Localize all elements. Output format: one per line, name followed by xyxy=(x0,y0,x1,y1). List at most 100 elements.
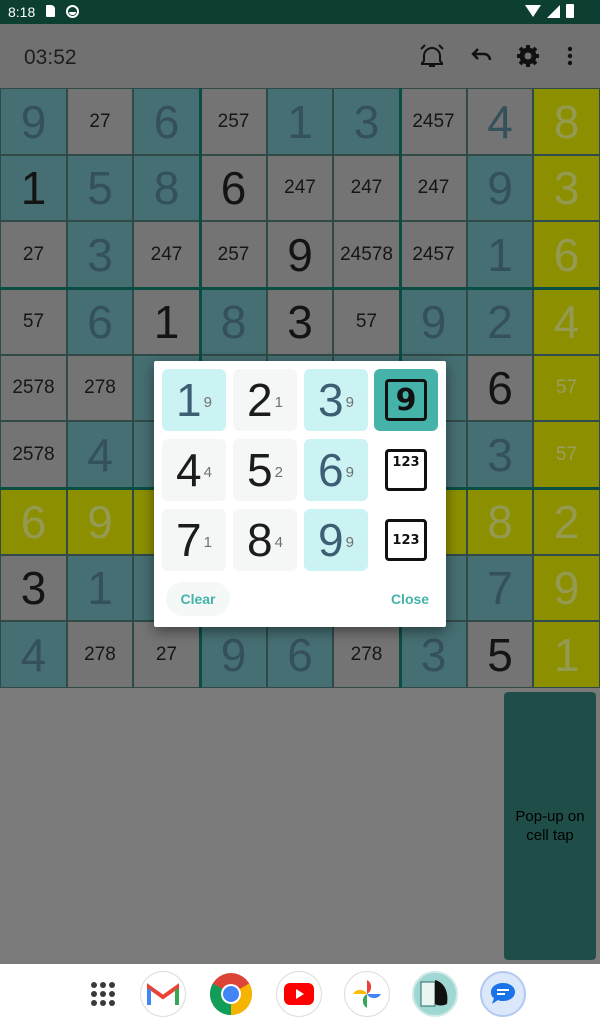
grid-cell[interactable]: 5 xyxy=(467,621,533,688)
grid-cell[interactable]: 57 xyxy=(0,288,67,355)
grid-cell[interactable]: 2457 xyxy=(400,88,467,155)
number-key-9[interactable]: 99 xyxy=(304,509,368,571)
grid-cell[interactable]: 6 xyxy=(467,355,533,421)
grid-cell[interactable]: 247 xyxy=(267,155,333,221)
grid-cell[interactable]: 4 xyxy=(0,621,67,688)
number-key-5[interactable]: 52 xyxy=(233,439,297,501)
undo-icon[interactable] xyxy=(466,42,494,70)
close-button[interactable]: Close xyxy=(378,582,442,616)
grid-cell[interactable]: 24578 xyxy=(333,221,400,288)
grid-cell[interactable]: 6 xyxy=(67,288,133,355)
grid-cell[interactable]: 2457 xyxy=(400,221,467,288)
grid-cell[interactable]: 6 xyxy=(0,488,67,555)
grid-cell[interactable]: 3 xyxy=(67,221,133,288)
grid-cell[interactable]: 6 xyxy=(533,221,600,288)
grid-cell[interactable]: 1 xyxy=(467,221,533,288)
number-key-1[interactable]: 19 xyxy=(162,369,226,431)
grid-cell[interactable]: 57 xyxy=(533,355,600,421)
number-picker-dialog: 19 21 39 9 44 52 69 123 71 84 99 123 Cle… xyxy=(154,361,446,627)
grid-cell[interactable]: 27 xyxy=(67,88,133,155)
app-dock xyxy=(0,964,600,1024)
grid-cell[interactable]: 3 xyxy=(400,621,467,688)
messages-icon[interactable] xyxy=(480,971,526,1017)
grid-cell[interactable]: 8 xyxy=(200,288,267,355)
grid-cell[interactable]: 57 xyxy=(533,421,600,488)
grid-cell[interactable]: 3 xyxy=(533,155,600,221)
sync-icon xyxy=(66,5,79,18)
grid-cell[interactable]: 9 xyxy=(533,555,600,621)
grid-cell[interactable]: 2 xyxy=(533,488,600,555)
number-key-8[interactable]: 84 xyxy=(233,509,297,571)
grid-cell[interactable]: 27 xyxy=(133,621,200,688)
grid-cell[interactable]: 27 xyxy=(0,221,67,288)
grid-cell[interactable]: 4 xyxy=(533,288,600,355)
grid-cell[interactable]: 3 xyxy=(0,555,67,621)
grid-cell[interactable]: 5 xyxy=(67,155,133,221)
number-key-7[interactable]: 71 xyxy=(162,509,226,571)
grid-cell[interactable]: 247 xyxy=(400,155,467,221)
grid-cell[interactable]: 3 xyxy=(333,88,400,155)
gmail-icon[interactable] xyxy=(140,971,186,1017)
key-count: 1 xyxy=(203,533,212,551)
grid-cell[interactable]: 2578 xyxy=(0,355,67,421)
grid-cell[interactable]: 257 xyxy=(200,88,267,155)
grid-cell[interactable]: 6 xyxy=(200,155,267,221)
grid-cell[interactable]: 9 xyxy=(400,288,467,355)
grid-cell[interactable]: 6 xyxy=(267,621,333,688)
grid-cell[interactable]: 1 xyxy=(67,555,133,621)
grid-cell[interactable]: 278 xyxy=(67,355,133,421)
grid-cell[interactable]: 9 xyxy=(267,221,333,288)
grid-cell[interactable]: 6 xyxy=(133,88,200,155)
grid-cell[interactable]: 247 xyxy=(133,221,200,288)
signal-icon xyxy=(547,4,560,18)
key-count: 9 xyxy=(345,393,354,411)
tip-text: Pop-up on cell tap xyxy=(515,808,585,844)
number-key-3[interactable]: 39 xyxy=(304,369,368,431)
candidate-mode-icon: 123 xyxy=(385,519,427,561)
grid-cell[interactable]: 1 xyxy=(0,155,67,221)
grid-cell[interactable]: 2 xyxy=(467,288,533,355)
key-count: 9 xyxy=(345,533,354,551)
grid-cell[interactable]: 278 xyxy=(67,621,133,688)
normal-mode-button[interactable]: 9 xyxy=(374,369,438,431)
apps-grid-icon[interactable] xyxy=(80,971,126,1017)
grid-cell[interactable]: 1 xyxy=(533,621,600,688)
sd-card-icon xyxy=(46,5,55,17)
key-number: 3 xyxy=(318,374,344,426)
photos-icon[interactable] xyxy=(344,971,390,1017)
alarm-icon[interactable] xyxy=(418,42,446,70)
grid-cell[interactable]: 1 xyxy=(133,288,200,355)
grid-cell[interactable]: 8 xyxy=(133,155,200,221)
pencil-mode-button[interactable]: 123 xyxy=(374,439,438,501)
grid-cell[interactable]: 4 xyxy=(467,88,533,155)
grid-cell[interactable]: 3 xyxy=(467,421,533,488)
number-key-4[interactable]: 44 xyxy=(162,439,226,501)
candidate-mode-button[interactable]: 123 xyxy=(374,509,438,571)
tip-card[interactable]: Pop-up on cell tap xyxy=(504,692,596,960)
grid-cell[interactable]: 9 xyxy=(67,488,133,555)
clear-button[interactable]: Clear xyxy=(166,582,230,616)
number-key-6[interactable]: 69 xyxy=(304,439,368,501)
grid-cell[interactable]: 1 xyxy=(267,88,333,155)
grid-cell[interactable]: 257 xyxy=(200,221,267,288)
grid-cell[interactable]: 9 xyxy=(0,88,67,155)
grid-cell[interactable]: 4 xyxy=(67,421,133,488)
grid-cell[interactable]: 8 xyxy=(533,88,600,155)
grid-cell[interactable]: 8 xyxy=(467,488,533,555)
key-count: 9 xyxy=(203,393,212,411)
grid-cell[interactable]: 247 xyxy=(333,155,400,221)
grid-cell[interactable]: 9 xyxy=(467,155,533,221)
more-vert-icon[interactable] xyxy=(556,42,584,70)
key-number: 4 xyxy=(176,444,202,496)
grid-cell[interactable]: 2578 xyxy=(0,421,67,488)
grid-cell[interactable]: 7 xyxy=(467,555,533,621)
youtube-icon[interactable] xyxy=(276,971,322,1017)
grid-cell[interactable]: 9 xyxy=(200,621,267,688)
number-key-2[interactable]: 21 xyxy=(233,369,297,431)
chrome-icon[interactable] xyxy=(208,971,254,1017)
gear-icon[interactable] xyxy=(514,42,542,70)
grid-cell[interactable]: 57 xyxy=(333,288,400,355)
grid-cell[interactable]: 278 xyxy=(333,621,400,688)
grid-cell[interactable]: 3 xyxy=(267,288,333,355)
sudoku-app-icon[interactable] xyxy=(412,971,458,1017)
